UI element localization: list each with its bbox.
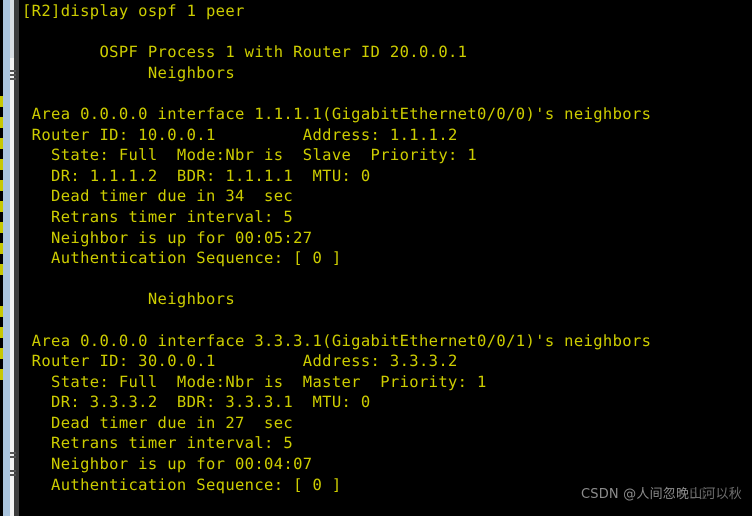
gutter-scroll-track[interactable]	[3, 0, 10, 516]
gutter-mark	[0, 348, 3, 359]
gutter-glyph-icon	[10, 470, 16, 472]
gutter-mark	[0, 117, 3, 128]
gutter-mark	[0, 264, 3, 275]
gutter-mark	[0, 138, 3, 149]
console-line: DR: 1.1.1.2 BDR: 1.1.1.1 MTU: 0	[22, 166, 371, 185]
gutter-mark	[0, 180, 3, 191]
console-line: Neighbors	[22, 63, 235, 82]
gutter-mark	[0, 201, 3, 212]
console-line: DR: 3.3.3.2 BDR: 3.3.3.1 MTU: 0	[22, 393, 371, 412]
terminal-window: [R2]display ospf 1 peer OSPF Process 1 w…	[0, 0, 752, 516]
gutter-mark	[0, 369, 3, 380]
console-line: Authentication Sequence: [ 0 ]	[22, 249, 342, 268]
console-line: Router ID: 30.0.0.1 Address: 3.3.3.2	[22, 352, 458, 371]
console-line: State: Full Mode:Nbr is Master Priority:…	[22, 372, 487, 391]
gutter-mark	[0, 306, 3, 317]
console-line: Dead timer due in 27 sec	[22, 413, 294, 432]
console-line: Retrans timer interval: 5	[22, 207, 294, 226]
console-line: Retrans timer interval: 5	[22, 434, 294, 453]
console-line: [R2]display ospf 1 peer	[22, 2, 245, 20]
gutter-mark	[0, 327, 3, 338]
console-line: Area 0.0.0.0 interface 3.3.3.1(GigabitEt…	[22, 331, 652, 350]
console-line: OSPF Process 1 with Router ID 20.0.0.1	[22, 43, 468, 62]
console-line: Router ID: 10.0.0.1 Address: 1.1.1.2	[22, 125, 458, 144]
gutter-glyph-icon	[10, 456, 16, 458]
console-line: Dead timer due in 34 sec	[22, 187, 294, 206]
console-line: Neighbor is up for 00:05:27	[22, 228, 313, 247]
gutter-glyph-icon	[10, 452, 16, 454]
gutter-mark	[0, 96, 3, 107]
console-output-area[interactable]: [R2]display ospf 1 peer OSPF Process 1 w…	[19, 0, 752, 516]
console-line: Neighbor is up for 00:04:07	[22, 455, 313, 474]
gutter-glyph-icon	[10, 474, 16, 476]
console-line: Neighbors	[22, 290, 235, 309]
gutter-mark	[0, 222, 3, 233]
console-text: [R2]display ospf 1 peer OSPF Process 1 w…	[22, 1, 748, 516]
gutter-glyph-icon	[10, 78, 16, 80]
gutter-glyph-icon	[10, 70, 16, 72]
gutter-mark	[0, 159, 3, 170]
console-line: Area 0.0.0.0 interface 1.1.1.1(GigabitEt…	[22, 104, 652, 123]
gutter-mark-column	[0, 0, 3, 516]
gutter-mark	[0, 243, 3, 254]
gutter-glyph-icon	[10, 74, 16, 76]
console-line: State: Full Mode:Nbr is Slave Priority: …	[22, 146, 478, 165]
console-line: Authentication Sequence: [ 0 ]	[22, 475, 342, 494]
